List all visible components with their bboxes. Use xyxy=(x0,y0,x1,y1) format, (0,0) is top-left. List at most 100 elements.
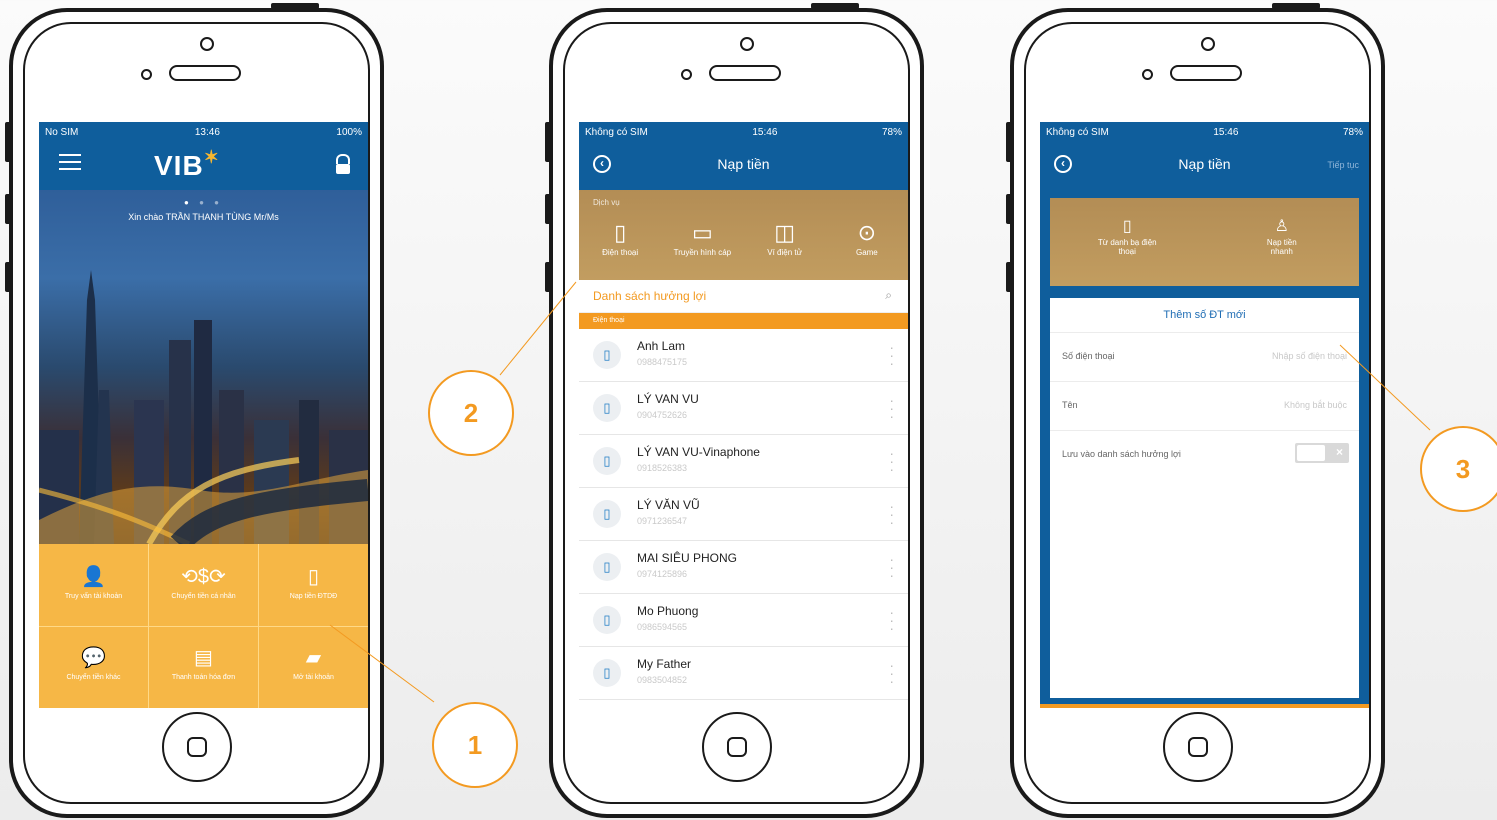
phone-1: No SIM 13:46 100% VIB✶ ● ● ● Xin chào TR… xyxy=(5,3,384,818)
lock-icon[interactable] xyxy=(336,154,350,174)
battery-label: 78% xyxy=(1342,126,1363,138)
phone-3-screen: Không có SIM 15:46 78% ‹ Nạp tiền Tiếp t… xyxy=(1040,122,1369,708)
speaker xyxy=(1170,65,1242,81)
status-bar: No SIM 13:46 100% xyxy=(39,122,368,142)
contact-name: My Father xyxy=(637,657,692,671)
list-item[interactable]: ▯ MAI SIÊU PHONG 0974125896 · · · xyxy=(579,541,908,594)
list-item[interactable]: ▯ LÝ VĂN VŨ 0971236547 · · · xyxy=(579,488,908,541)
callout-1: 1 xyxy=(432,702,518,788)
volume-down-button xyxy=(5,262,11,292)
person-icon: 👤 xyxy=(81,566,106,588)
mute-switch xyxy=(545,122,551,162)
option-label: Nạp tiền nhanh xyxy=(1266,238,1297,256)
chat-transfer-icon: 💬 xyxy=(81,647,106,669)
tile-account-inquiry[interactable]: 👤 Truy vấn tài khoản xyxy=(39,544,148,600)
person-icon: ♙ xyxy=(1274,218,1289,235)
phone-icon: ▯ xyxy=(593,447,621,475)
contact-name: LÝ VAN VU xyxy=(637,392,699,406)
page-title: Nạp tiền xyxy=(717,156,770,172)
power-button xyxy=(811,3,859,9)
app-header: ‹ Nạp tiền Tiếp tục xyxy=(1040,142,1369,190)
option-label: Từ danh bạ điện thoại xyxy=(1097,238,1157,256)
search-icon[interactable]: ⌕ xyxy=(885,288,892,303)
more-vertical-icon[interactable]: · · · xyxy=(889,393,894,423)
more-vertical-icon[interactable]: · · · xyxy=(889,658,894,688)
carrier-label: No SIM xyxy=(45,126,79,138)
tile-label: Chuyển tiền cá nhân xyxy=(171,593,236,600)
time-label: 13:46 xyxy=(194,126,220,138)
contact-name: LÝ VAN VU-Vinaphone xyxy=(637,445,760,459)
folder-icon: ▰ xyxy=(305,647,322,669)
contact-list: ▯ Anh Lam 0988475175 · · · ▯ LÝ VAN VU 09047526… xyxy=(579,329,908,700)
contact-phone: 0988475175 xyxy=(637,357,688,367)
section-header: Điện thoại xyxy=(579,313,908,329)
name-input[interactable]: Không bắt buộc xyxy=(1284,400,1347,410)
option-quick-topup[interactable]: ♙ Nạp tiền nhanh xyxy=(1205,198,1360,286)
sensor xyxy=(1142,69,1153,80)
volume-up-button xyxy=(545,194,551,224)
page-title: Nạp tiền xyxy=(1178,156,1231,172)
vib-logo: VIB✶ xyxy=(154,147,220,181)
list-item[interactable]: ▯ Mo Phuong 0986594565 · · · xyxy=(579,594,908,647)
more-vertical-icon[interactable]: · · · xyxy=(889,605,894,635)
phone-3: Không có SIM 15:46 78% ‹ Nạp tiền Tiếp t… xyxy=(1006,3,1385,818)
tile-mobile-topup[interactable]: ▯ Nạp tiền ĐTDĐ xyxy=(259,544,368,600)
service-game[interactable]: ⊙ Game xyxy=(826,220,908,257)
phone-icon: ▯ xyxy=(614,220,627,245)
list-item[interactable]: ▯ My Father 0983504852 · · · xyxy=(579,647,908,700)
service-label: Truyền hình cáp xyxy=(673,248,732,257)
more-vertical-icon[interactable]: · · · xyxy=(889,340,894,370)
status-bar: Không có SIM 15:46 78% xyxy=(1040,122,1369,142)
phone-icon: ▯ xyxy=(593,394,621,422)
next-button[interactable]: Tiếp tục xyxy=(1327,160,1359,170)
list-item[interactable]: ▯ Anh Lam 0988475175 · · · xyxy=(579,329,908,382)
service-phone[interactable]: ▯ Điện thoại xyxy=(579,220,661,257)
tile-label: Chuyển tiền khác xyxy=(66,674,121,681)
tile-other-transfer[interactable]: 💬 Chuyển tiền khác xyxy=(39,627,148,681)
sensor xyxy=(141,69,152,80)
carrier-label: Không có SIM xyxy=(585,126,648,138)
beneficiary-search-bar[interactable]: Danh sách hưởng lợi ⌕ xyxy=(579,280,908,313)
tile-open-account[interactable]: ▰ Mở tài khoản xyxy=(259,627,368,681)
more-vertical-icon[interactable]: · · · xyxy=(889,446,894,476)
city-skyline xyxy=(39,270,368,544)
tile-bill-payment[interactable]: ▤ Thanh toán hóa đơn xyxy=(149,627,258,681)
menu-grid: 👤 Truy vấn tài khoản ⟲$⟳ Chuyển tiền cá … xyxy=(39,544,368,708)
service-label: Ví điện tử xyxy=(767,248,802,257)
tile-personal-transfer[interactable]: ⟲$⟳ Chuyển tiền cá nhân xyxy=(149,544,258,600)
sensor xyxy=(681,69,692,80)
contact-phone: 0974125896 xyxy=(637,569,688,579)
contact-name: MAI SIÊU PHONG xyxy=(637,551,738,565)
contact-phone: 0904752626 xyxy=(637,410,688,420)
callout-2: 2 xyxy=(428,370,514,456)
close-icon: × xyxy=(1335,445,1343,459)
bottom-accent xyxy=(1040,704,1369,708)
save-toggle[interactable]: × xyxy=(1295,443,1349,463)
tile-label: Truy vấn tài khoản xyxy=(64,593,123,600)
contact-phone: 0918526383 xyxy=(637,463,688,473)
list-item[interactable]: ▯ LÝ VAN VU-Vinaphone 0918526383 · · · xyxy=(579,435,908,488)
more-vertical-icon[interactable]: · · · xyxy=(889,499,894,529)
phone-icon: ▯ xyxy=(593,341,621,369)
phone-icon: ▯ xyxy=(593,500,621,528)
service-label: Game xyxy=(855,248,878,257)
name-field[interactable]: Tên Không bắt buộc xyxy=(1050,382,1359,431)
speaker xyxy=(169,65,241,81)
camera xyxy=(200,37,214,51)
phone-number-field[interactable]: Số điện thoại Nhập số điện thoại xyxy=(1050,333,1359,382)
money-transfer-icon: ⟲$⟳ xyxy=(181,566,226,588)
service-cable-tv[interactable]: ▭ Truyền hình cáp xyxy=(661,220,743,257)
add-number-card: Thêm số ĐT mới Số điện thoại Nhập số điệ… xyxy=(1050,298,1359,698)
list-item[interactable]: ▯ LÝ VAN VU 0904752626 · · · xyxy=(579,382,908,435)
service-e-wallet[interactable]: ◫ Ví điện tử xyxy=(744,220,826,257)
contact-phone: 0983504852 xyxy=(637,675,688,685)
phone-number-input[interactable]: Nhập số điện thoại xyxy=(1272,351,1347,361)
more-vertical-icon[interactable]: · · · xyxy=(889,552,894,582)
camera xyxy=(740,37,754,51)
tile-label: Thanh toán hóa đơn xyxy=(171,674,236,681)
hamburger-menu-icon[interactable] xyxy=(59,154,81,170)
battery-label: 78% xyxy=(881,126,902,138)
option-from-contacts[interactable]: ▯ Từ danh bạ điện thoại xyxy=(1050,198,1205,286)
gamepad-icon: ⊙ xyxy=(857,220,877,245)
contact-phone: 0986594565 xyxy=(637,622,688,632)
